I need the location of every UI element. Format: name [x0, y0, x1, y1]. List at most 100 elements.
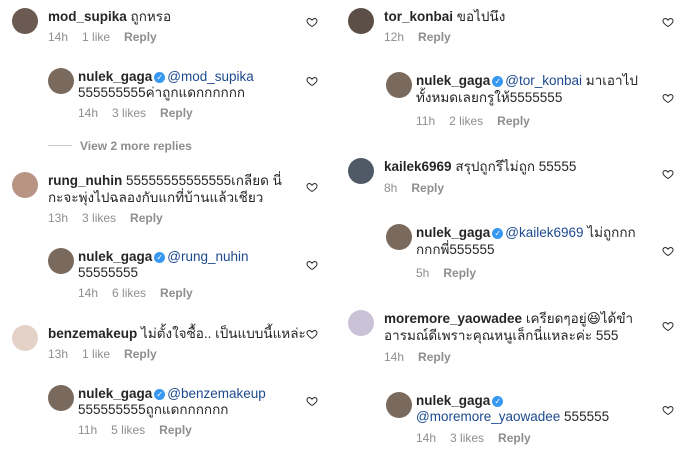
avatar[interactable] — [48, 385, 74, 411]
comment-meta: 8h Reply — [384, 181, 458, 195]
heart-icon[interactable] — [662, 16, 674, 28]
comment-text: tor_konbai ขอไปนึง — [384, 8, 505, 25]
comment-body: ถูกหรอ — [130, 9, 172, 24]
like-count[interactable]: 3 likes — [450, 431, 484, 445]
username[interactable]: moremore_yaowadee — [384, 311, 522, 326]
reply-text: nulek_gaga ✓ @rung_nuhin — [78, 248, 249, 265]
comment-meta: 11h 5 likes Reply — [78, 423, 206, 437]
reply-text: nulek_gaga ✓ @kailek6969 ไม่ถูกกก — [416, 224, 636, 241]
reply-body-text: 555555 — [564, 409, 610, 424]
comment-body: ไม่ตั้งใจซื้อ.. เป็นแบบนี้แหล่ะ — [141, 326, 306, 341]
username[interactable]: mod_supika — [48, 9, 127, 24]
avatar[interactable] — [348, 158, 374, 184]
reply-button[interactable]: Reply — [418, 350, 451, 364]
like-count[interactable]: 1 like — [82, 347, 110, 361]
heart-icon[interactable] — [306, 259, 318, 271]
reply-button[interactable]: Reply — [160, 106, 193, 120]
heart-icon[interactable] — [306, 181, 318, 193]
like-count[interactable]: 6 likes — [112, 286, 146, 300]
heart-icon[interactable] — [306, 75, 318, 87]
comment-meta: 14h 3 likes Reply — [78, 106, 207, 120]
like-count[interactable]: 2 likes — [449, 114, 483, 128]
username[interactable]: benzemakeup — [48, 326, 137, 341]
reply-button[interactable]: Reply — [159, 423, 192, 437]
reply-body: มาเอาไป — [585, 73, 638, 88]
avatar[interactable] — [12, 325, 38, 351]
view-more-label[interactable]: View 2 more replies — [80, 139, 192, 153]
timestamp: 14h — [384, 350, 405, 364]
username[interactable]: rung_nuhin — [48, 173, 122, 188]
timestamp: 14h — [48, 30, 69, 44]
divider — [48, 145, 72, 146]
username[interactable]: nulek_gaga — [416, 73, 490, 88]
username[interactable]: nulek_gaga — [416, 393, 490, 408]
heart-icon[interactable] — [662, 92, 674, 104]
username[interactable]: nulek_gaga — [416, 225, 490, 240]
heart-icon[interactable] — [662, 320, 674, 332]
username[interactable]: nulek_gaga — [78, 386, 152, 401]
reply-button[interactable]: Reply — [124, 347, 157, 361]
reply-text: nulek_gaga ✓ — [416, 392, 505, 409]
comment-text: moremore_yaowadee เครียดๆอยู่😆ได้ขำ — [384, 310, 633, 327]
heart-icon[interactable] — [306, 395, 318, 407]
reply-button[interactable]: Reply — [498, 431, 531, 445]
avatar[interactable] — [48, 248, 74, 274]
username[interactable]: nulek_gaga — [78, 69, 152, 84]
like-count[interactable]: 3 likes — [112, 106, 146, 120]
mention-link[interactable]: @kailek6969 — [505, 225, 583, 240]
reply-button[interactable]: Reply — [130, 211, 163, 225]
comment-body-line2: อารมณ์ดีเพราะคุณหนูเล็กนี่แหละค่ะ 555 — [384, 328, 619, 343]
timestamp: 13h — [48, 211, 69, 225]
timestamp: 14h — [78, 286, 99, 300]
like-count[interactable]: 1 like — [82, 30, 110, 44]
comment-body-cont: ได้ขำ — [600, 311, 634, 326]
comment-body: เครียดๆอยู่ — [525, 311, 587, 326]
reply-button[interactable]: Reply — [443, 266, 476, 280]
verified-badge-icon: ✓ — [154, 389, 166, 400]
heart-icon[interactable] — [306, 328, 318, 340]
reply-button[interactable]: Reply — [160, 286, 193, 300]
comment-text: kailek6969 สรุปถูกรึไม่ถูก 55555 — [384, 158, 576, 175]
comment-body: สรุปถูกรึไม่ถูก 55555 — [455, 159, 577, 174]
comment-meta: 14h Reply — [384, 350, 465, 364]
timestamp: 11h — [78, 423, 98, 437]
reply-button[interactable]: Reply — [418, 30, 451, 44]
avatar[interactable] — [348, 310, 374, 336]
timestamp: 14h — [416, 431, 437, 445]
heart-icon[interactable] — [662, 168, 674, 180]
timestamp: 5h — [416, 266, 430, 280]
comment-meta: 13h 1 like Reply — [48, 347, 171, 361]
like-count[interactable]: 3 likes — [82, 211, 116, 225]
like-count[interactable]: 5 likes — [111, 423, 145, 437]
verified-badge-icon: ✓ — [492, 228, 504, 239]
username[interactable]: kailek6969 — [384, 159, 452, 174]
avatar[interactable] — [348, 8, 374, 34]
heart-icon[interactable] — [662, 245, 674, 257]
avatar[interactable] — [48, 68, 74, 94]
comment-text: benzemakeup ไม่ตั้งใจซื้อ.. เป็นแบบนี้แห… — [48, 325, 306, 342]
mention-link[interactable]: @mod_supika — [167, 69, 254, 84]
heart-icon[interactable] — [306, 16, 318, 28]
mention-link[interactable]: @moremore_yaowadee — [416, 409, 560, 424]
comments-column-left: mod_supika ถูกหรอ 14h 1 like Reply nulek_g… — [0, 0, 348, 455]
verified-badge-icon: ✓ — [154, 72, 166, 83]
reply-button[interactable]: Reply — [411, 181, 444, 195]
mention-link[interactable]: @tor_konbai — [505, 73, 582, 88]
avatar[interactable] — [12, 8, 38, 34]
reply-button[interactable]: Reply — [497, 114, 530, 128]
avatar[interactable] — [386, 392, 412, 418]
reply-text: nulek_gaga ✓ @benzemakeup — [78, 385, 266, 402]
heart-icon[interactable] — [662, 404, 674, 416]
emoji: 😆 — [586, 311, 601, 326]
avatar[interactable] — [386, 224, 412, 250]
reply-body: 55555555 — [78, 265, 139, 280]
mention-link[interactable]: @rung_nuhin — [167, 249, 248, 264]
avatar[interactable] — [386, 72, 412, 98]
comment-body: 55555555555555เกลียด นี่ — [126, 173, 282, 188]
avatar[interactable] — [12, 172, 38, 198]
view-more-replies[interactable]: View 2 more replies — [48, 139, 192, 153]
username[interactable]: nulek_gaga — [78, 249, 152, 264]
username[interactable]: tor_konbai — [384, 9, 453, 24]
reply-button[interactable]: Reply — [124, 30, 157, 44]
mention-link[interactable]: @benzemakeup — [167, 386, 266, 401]
